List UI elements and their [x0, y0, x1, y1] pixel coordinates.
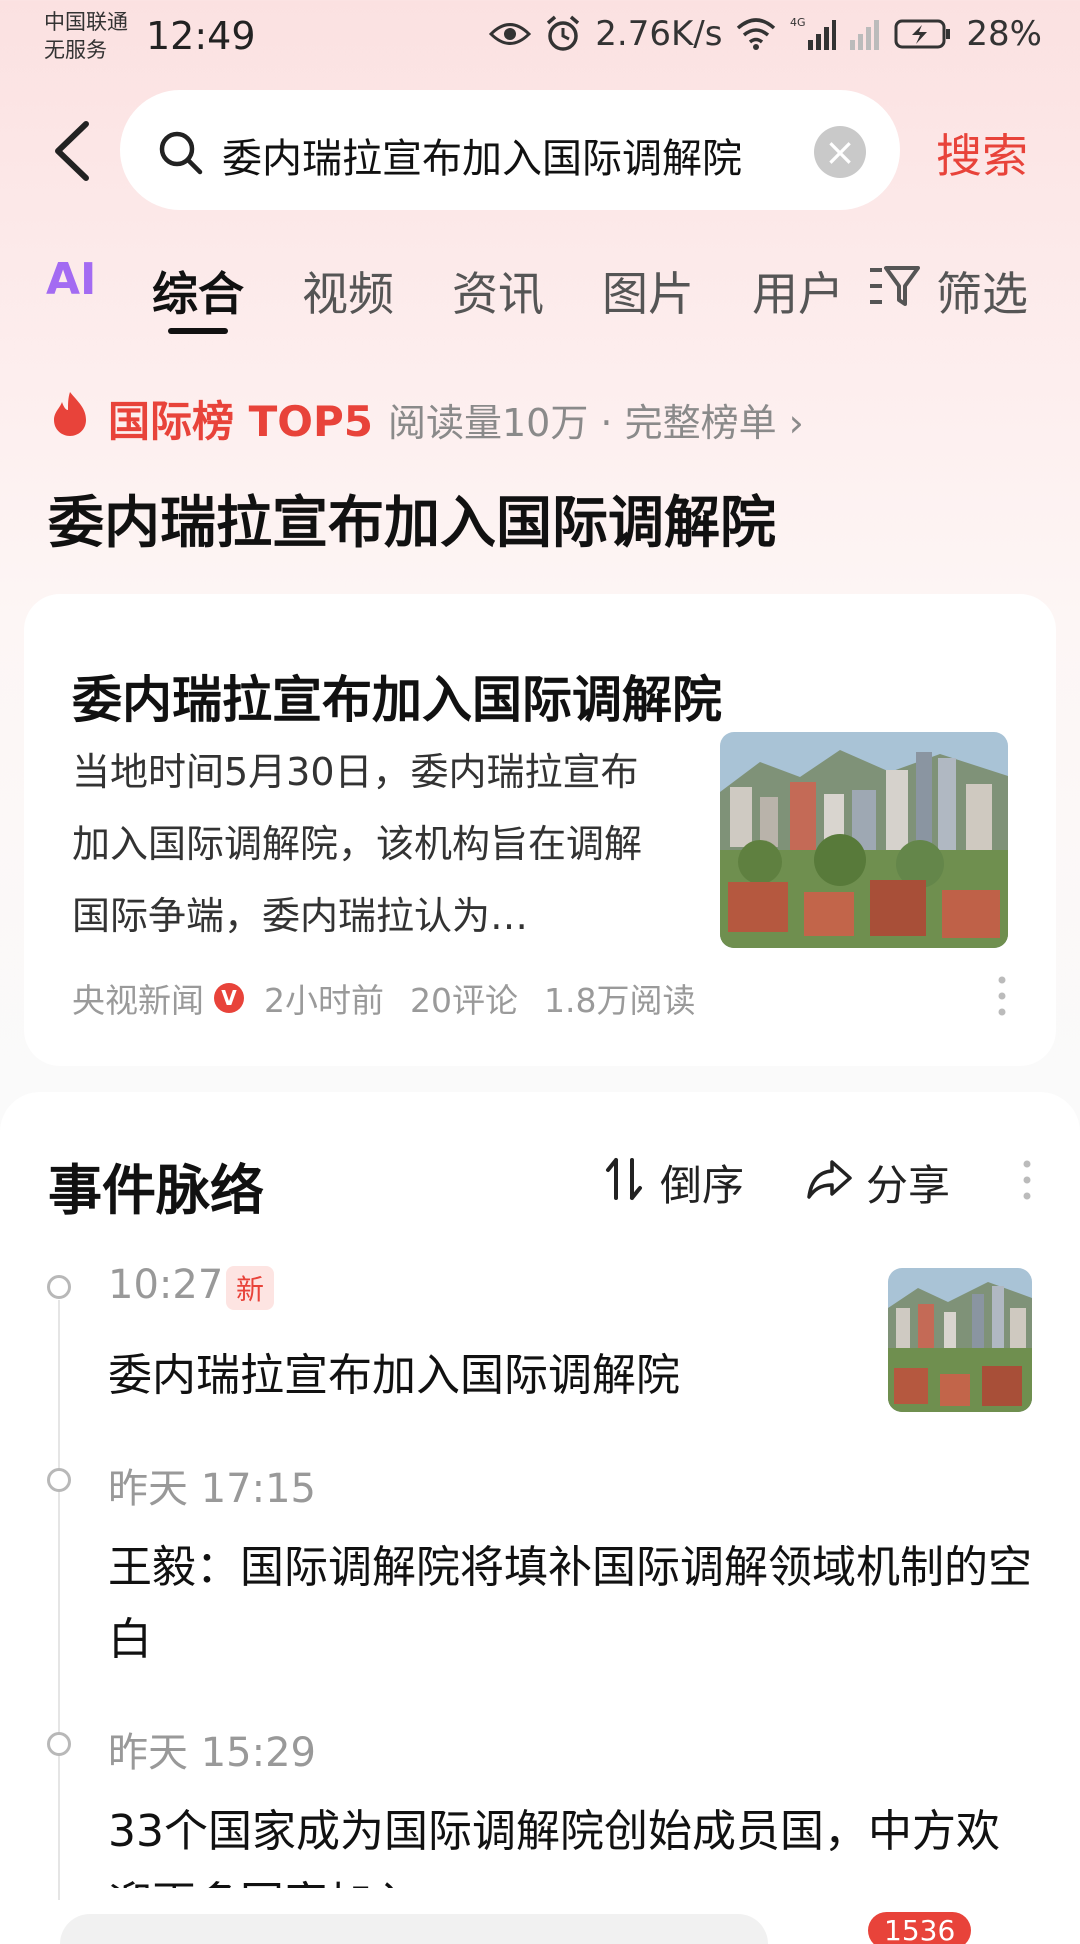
sort-icon[interactable] [604, 1156, 644, 1202]
share-button[interactable]: 分享 [866, 1152, 950, 1213]
share-icon[interactable] [806, 1158, 852, 1200]
hot-rank-label[interactable]: 国际榜 TOP5 [108, 388, 373, 449]
article-thumbnail[interactable] [720, 732, 1008, 948]
signal-empty-icon [850, 20, 880, 50]
article-time: 2小时前 [264, 981, 384, 1020]
timeline-title: 事件脉络 [48, 1159, 264, 1222]
timeline-dot [47, 1732, 71, 1756]
timeline-item-text[interactable]: 33个国家成为国际调解院创始成员国，中方欢迎更多国家加入 [108, 1796, 1038, 1888]
clear-search-button[interactable]: × [814, 126, 866, 178]
timeline-item-text[interactable]: 委内瑞拉宣布加入国际调解院 [108, 1340, 868, 1412]
timeline-item-time: 10:27 [108, 1262, 224, 1308]
article-title[interactable]: 委内瑞拉宣布加入国际调解院 [72, 660, 722, 732]
wifi-icon [737, 18, 776, 50]
service-status: 无服务 [44, 38, 107, 62]
more-options-icon[interactable] [994, 974, 1010, 1018]
active-tab-indicator [168, 328, 228, 334]
tab-general[interactable]: 综合 [152, 258, 244, 324]
comment-input-bar[interactable] [60, 1914, 768, 1944]
back-arrow-icon[interactable] [48, 116, 98, 186]
flame-icon [54, 392, 86, 436]
article-source[interactable]: 央视新闻 [72, 974, 204, 1022]
search-input[interactable]: 委内瑞拉宣布加入国际调解院 [222, 126, 782, 184]
hot-rank-meta[interactable]: 阅读量10万 · 完整榜单 › [388, 392, 804, 447]
search-icon [159, 131, 203, 175]
carrier-name: 中国联通 [44, 10, 128, 34]
timeline-item-text[interactable]: 王毅：国际调解院将填补国际调解领域机制的空白 [108, 1532, 1038, 1676]
battery-level: 28% [966, 14, 1042, 54]
signal-icon: 4G [790, 16, 837, 50]
status-icons: 2.76K/s 4G 28% [489, 14, 1042, 54]
search-button[interactable]: 搜索 [936, 120, 1028, 186]
tab-video[interactable]: 视频 [302, 258, 394, 324]
timeline-dot [47, 1275, 71, 1299]
eye-icon [489, 23, 532, 45]
timeline-item-time: 昨天 15:29 [108, 1730, 316, 1776]
network-type: 4G [790, 16, 806, 29]
filter-icon[interactable] [868, 262, 920, 310]
article-comments: 20评论 [410, 981, 518, 1020]
new-tag: 新 [226, 1266, 275, 1310]
alarm-icon [547, 15, 580, 51]
battery-icon [894, 19, 951, 49]
article-reads: 1.8万阅读 [544, 981, 696, 1020]
filter-button[interactable]: 筛选 [936, 258, 1028, 324]
timeline-item-time: 昨天 17:15 [108, 1466, 316, 1512]
tab-images[interactable]: 图片 [602, 258, 694, 324]
tab-users[interactable]: 用户 [752, 258, 844, 324]
timeline-item-thumbnail[interactable] [888, 1268, 1032, 1412]
hot-topic-title: 委内瑞拉宣布加入国际调解院 [48, 491, 776, 556]
tab-news[interactable]: 资讯 [452, 258, 544, 324]
carrier-info: 中国联通 无服务 [44, 8, 128, 64]
tab-ai[interactable]: AI [46, 254, 96, 305]
timeline-line [58, 1300, 60, 1900]
net-speed: 2.76K/s [595, 14, 723, 54]
status-time: 12:49 [146, 14, 256, 58]
sort-button[interactable]: 倒序 [660, 1152, 744, 1213]
article-meta: 央视新闻 V 2小时前 20评论 1.8万阅读 [72, 974, 695, 1022]
verified-badge-icon: V [214, 983, 244, 1013]
comment-count-badge[interactable]: 1536 [868, 1912, 972, 1944]
panel-more-icon[interactable] [1020, 1158, 1034, 1202]
timeline-dot [47, 1468, 71, 1492]
article-summary[interactable]: 当地时间5月30日，委内瑞拉宣布加入国际调解院，该机构旨在调解国际争端，委内瑞拉… [72, 736, 672, 952]
